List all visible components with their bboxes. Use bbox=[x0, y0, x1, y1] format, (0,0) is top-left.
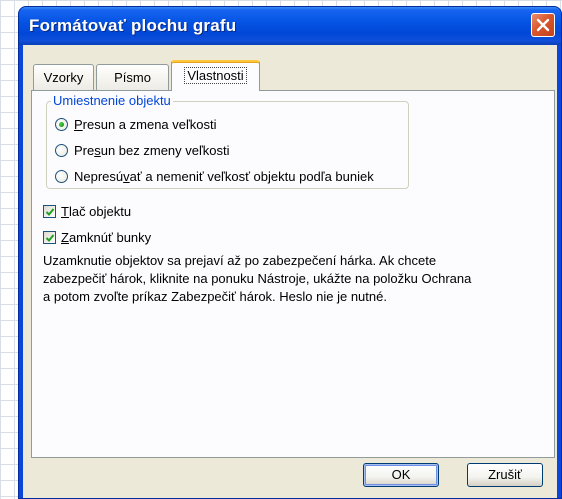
cancel-button[interactable]: Zrušiť bbox=[467, 463, 543, 487]
dialog-title: Formátovať plochu grafu bbox=[29, 16, 237, 35]
description-line: a potom zvoľte príkaz Zabezpečiť hárok. … bbox=[43, 289, 387, 304]
checkbox-print-object[interactable]: Tlač objektu bbox=[43, 204, 131, 219]
checkmark-icon bbox=[45, 208, 55, 216]
tab-vzorky[interactable]: Vzorky bbox=[33, 64, 94, 90]
description-line: zabezpečiť hárok, kliknite na ponuku Nás… bbox=[43, 271, 472, 286]
close-button[interactable] bbox=[531, 13, 555, 37]
lock-description-text: Uzamknutie objektov sa prejaví až po zab… bbox=[43, 252, 523, 306]
tab-label: Vzorky bbox=[43, 70, 84, 85]
close-icon bbox=[536, 18, 550, 32]
radio-button[interactable] bbox=[55, 144, 68, 157]
checkbox-label: Tlač objektu bbox=[61, 204, 132, 219]
dialog-body: Vzorky Písmo Vlastnosti Umiestnenie obje… bbox=[23, 45, 557, 498]
format-chart-area-dialog: Formátovať plochu grafu Vzorky Písmo Vla… bbox=[18, 6, 562, 499]
radio-button[interactable] bbox=[55, 118, 68, 131]
ok-button[interactable]: OK bbox=[363, 463, 439, 487]
tab-vlastnosti[interactable]: Vlastnosti bbox=[171, 60, 260, 91]
radio-button[interactable] bbox=[55, 170, 68, 183]
radio-move-no-size[interactable]: Presun bez zmeny veľkosti bbox=[55, 143, 230, 158]
checkbox-lock-cells[interactable]: Zamknúť bunky bbox=[43, 230, 151, 245]
group-legend: Umiestnenie objektu bbox=[51, 93, 173, 108]
checkbox[interactable] bbox=[43, 231, 56, 244]
checkmark-icon bbox=[45, 234, 55, 242]
tab-pismo[interactable]: Písmo bbox=[96, 64, 169, 90]
checkbox[interactable] bbox=[43, 205, 56, 218]
checkbox-label: Zamknúť bunky bbox=[61, 230, 152, 245]
radio-move-and-size[interactable]: Presun a zmena veľkosti bbox=[55, 117, 217, 132]
properties-panel: Umiestnenie objektu Presun a zmena veľko… bbox=[31, 90, 555, 458]
radio-label: Nepresúvať a nemeniť veľkosť objektu pod… bbox=[74, 169, 374, 184]
radio-label: Presun bez zmeny veľkosti bbox=[74, 143, 230, 158]
tab-label: Písmo bbox=[114, 70, 151, 85]
description-line: Uzamknutie objektov sa prejaví až po zab… bbox=[43, 253, 437, 268]
title-bar[interactable]: Formátovať plochu grafu bbox=[19, 7, 561, 45]
radio-dont-move-or-size[interactable]: Nepresúvať a nemeniť veľkosť objektu pod… bbox=[55, 169, 374, 184]
radio-label: Presun a zmena veľkosti bbox=[74, 117, 217, 132]
tab-label: Vlastnosti bbox=[184, 67, 247, 84]
